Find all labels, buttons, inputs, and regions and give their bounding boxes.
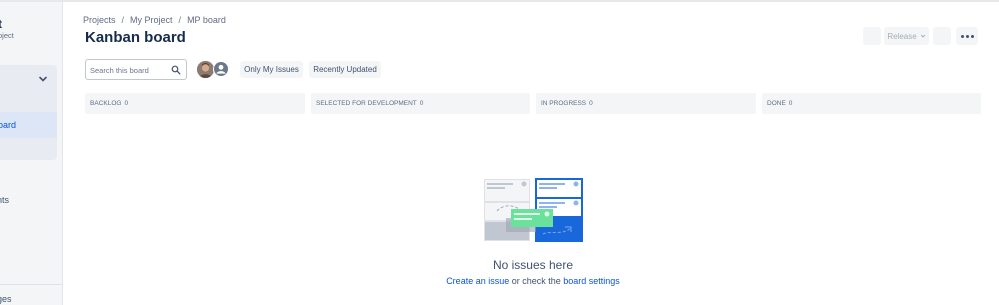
top-divider: [0, 0, 999, 2]
column-title: BACKLOG: [90, 100, 122, 107]
column-count: 0: [419, 100, 424, 107]
sidebar-item-pages[interactable]: ges: [0, 294, 12, 304]
breadcrumb-projects[interactable]: Projects: [83, 15, 116, 25]
column-title: SELECTED FOR DEVELOPMENT: [316, 100, 417, 107]
recently-updated-filter[interactable]: Recently Updated: [309, 61, 381, 78]
create-issue-link[interactable]: Create an issue: [446, 276, 509, 286]
project-name: t: [0, 17, 2, 31]
column-title: DONE: [767, 100, 786, 107]
column-backlog[interactable]: BACKLOG 0: [85, 93, 305, 114]
release-button[interactable]: Release: [884, 27, 929, 45]
user-photo-icon: [197, 61, 214, 78]
page-title: Kanban board: [85, 29, 186, 46]
sidebar-item-components[interactable]: nts: [0, 195, 9, 205]
column-count: 0: [124, 100, 129, 107]
empty-state-title: No issues here: [492, 258, 574, 272]
project-type: oject: [0, 31, 14, 40]
column-done[interactable]: DONE 0: [762, 93, 981, 114]
user-icon: [214, 62, 228, 76]
column-count: 0: [788, 100, 793, 107]
action-button[interactable]: [933, 27, 951, 45]
column-selected-for-development[interactable]: SELECTED FOR DEVELOPMENT 0: [311, 93, 530, 114]
avatar[interactable]: [197, 61, 214, 78]
breadcrumb-board[interactable]: MP board: [187, 15, 226, 25]
more-icon: [960, 34, 964, 38]
empty-state-middle-text: or check the: [509, 276, 564, 286]
board-settings-link[interactable]: board settings: [563, 276, 620, 286]
search-input[interactable]: Search this board: [85, 59, 187, 80]
more-actions-button[interactable]: [956, 27, 978, 45]
chevron-down-icon[interactable]: [38, 74, 48, 84]
breadcrumb-separator: /: [121, 15, 125, 25]
only-my-issues-filter[interactable]: Only My Issues: [240, 61, 303, 78]
breadcrumb-separator: /: [178, 15, 182, 25]
empty-board-illustration: [484, 178, 583, 242]
search-icon: [171, 65, 181, 75]
empty-state-message: Create an issue or check the board setti…: [0, 276, 999, 286]
breadcrumb: Projects / My Project / MP board: [83, 15, 226, 25]
release-label: Release: [887, 31, 917, 41]
sidebar-item-board-label[interactable]: oard: [0, 120, 16, 130]
breadcrumb-project[interactable]: My Project: [130, 15, 173, 25]
column-in-progress[interactable]: IN PROGRESS 0: [536, 93, 756, 114]
column-count: 0: [589, 100, 593, 107]
avatar-unassigned[interactable]: [213, 61, 230, 78]
column-title: IN PROGRESS: [541, 100, 587, 107]
action-button[interactable]: [863, 27, 881, 45]
search-placeholder: Search this board: [90, 66, 149, 75]
chevron-down-icon: [920, 34, 925, 38]
